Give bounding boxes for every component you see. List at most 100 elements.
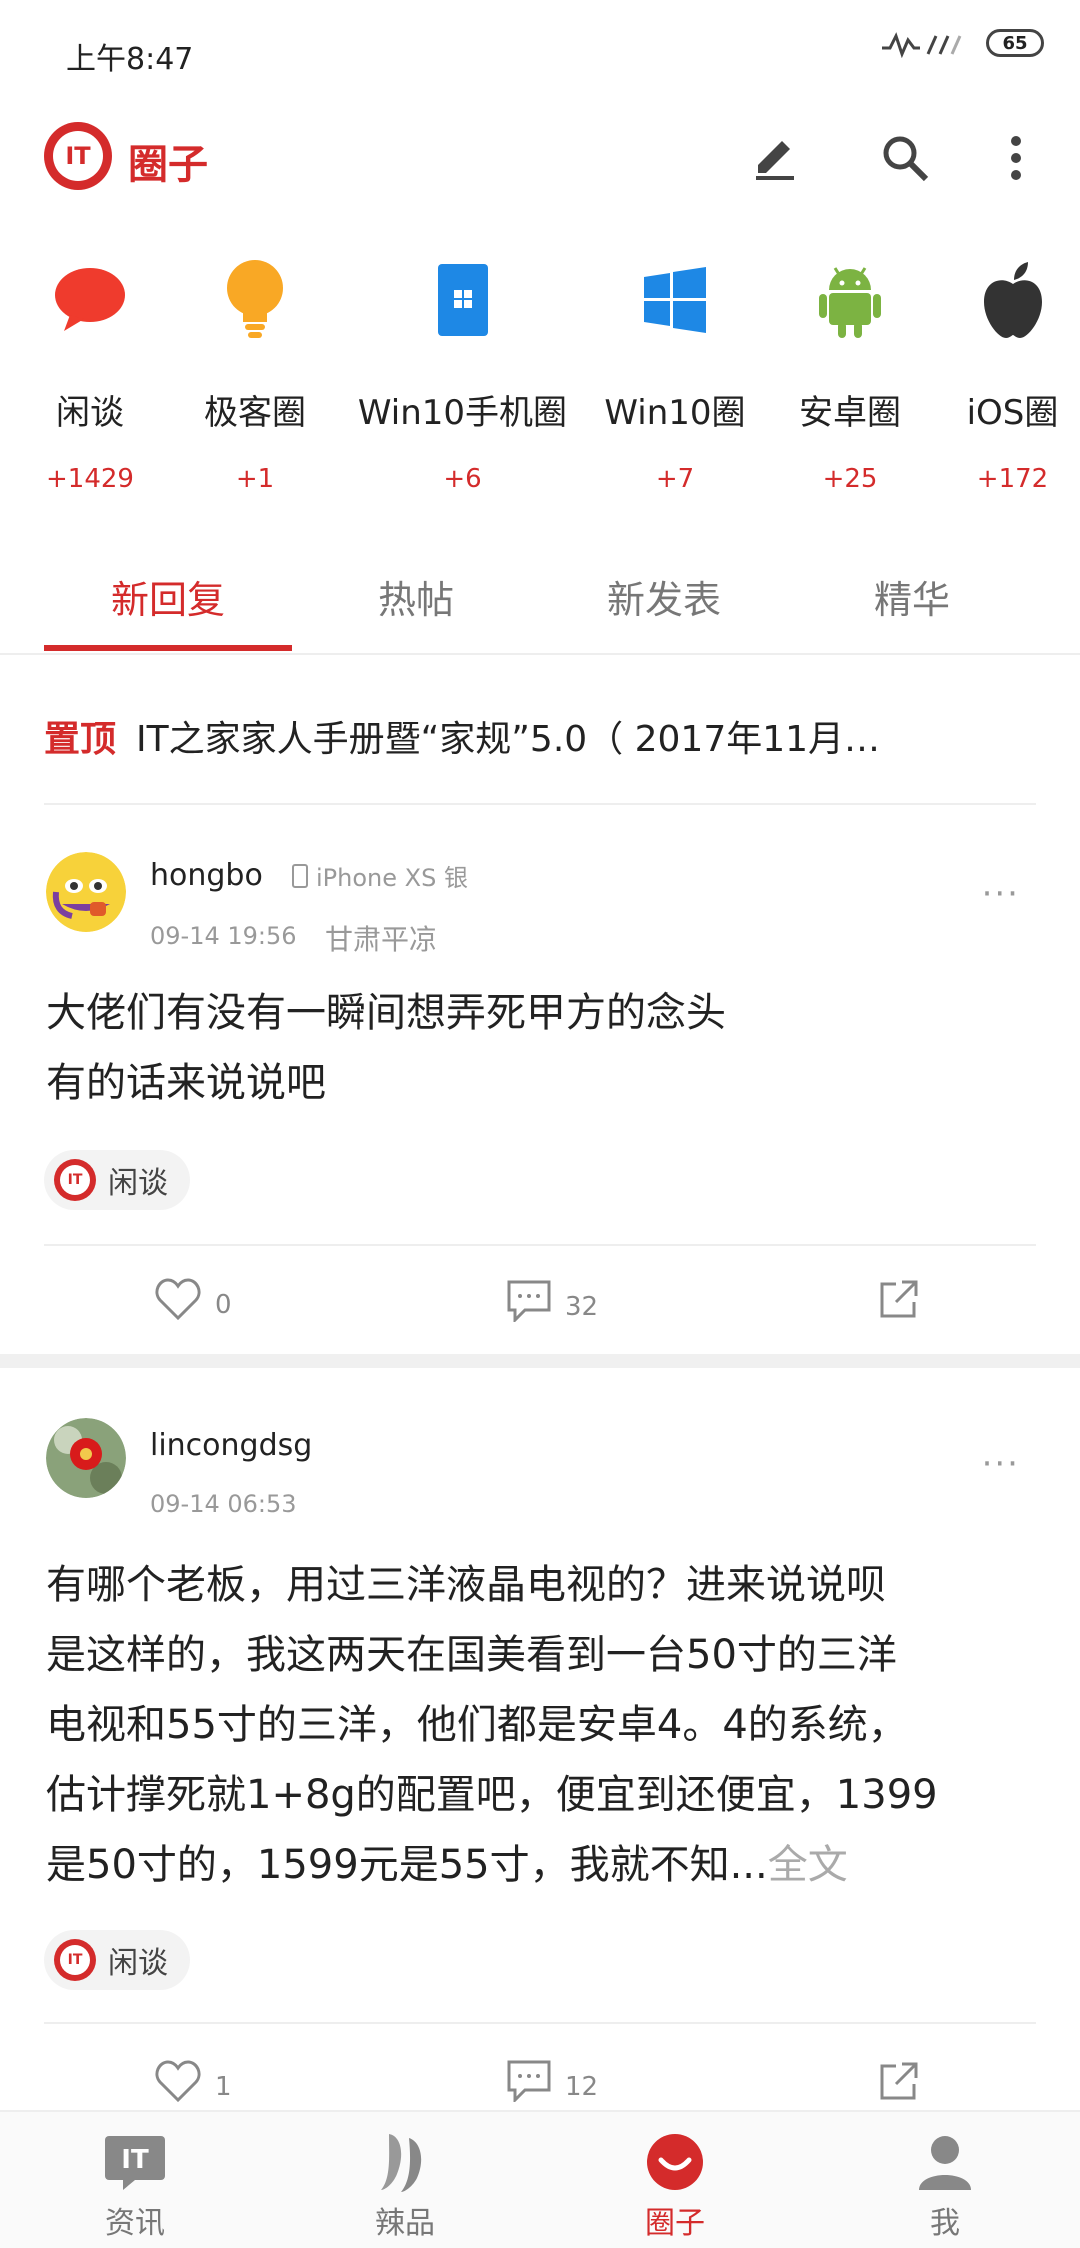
tab-featured[interactable]: 精华 (788, 569, 1036, 624)
post-body-line: 电视和55寸的三洋，他们都是安卓4。4的系统， (46, 1702, 908, 1748)
tab-hot-posts[interactable]: 热帖 (292, 569, 540, 624)
post-body-line: 有的话来说说吧 (46, 1060, 326, 1106)
feed-tabs: 新回复 热帖 新发表 精华 (0, 545, 1080, 655)
post-location: 甘肃平凉 (325, 923, 438, 956)
comment-icon (507, 1280, 551, 1322)
windows-phone-icon (418, 255, 508, 345)
person-icon (913, 2130, 977, 2194)
status-bar: 上午8:47 65 (0, 0, 1080, 90)
svg-text:IT: IT (121, 2145, 149, 2175)
post-body[interactable]: 大佬们有没有一瞬间想弄死甲方的念头 有的话来说说吧 (46, 978, 1026, 1118)
circle-smile-icon (643, 2130, 707, 2194)
post-tag-label: 闲谈 (108, 1166, 168, 1201)
avatar[interactable] (46, 852, 126, 932)
ithome-logo-icon: IT (54, 1159, 96, 1201)
post-body[interactable]: 有哪个老板，用过三洋液晶电视的？进来说说呗 是这样的，我这两天在国美看到一台50… (46, 1550, 1026, 1900)
circle-name: 安卓圈 (799, 393, 901, 433)
post-separator (0, 1354, 1080, 1368)
heart-icon (155, 2060, 201, 2102)
circle-item-chat[interactable]: 闲谈 +1429 (20, 255, 160, 494)
post-body-line: 有哪个老板，用过三洋液晶电视的？进来说说呗 (46, 1562, 886, 1608)
post-time: 09-14 06:53 (150, 1490, 297, 1518)
comment-button[interactable]: 32 (507, 1280, 598, 1322)
post-username[interactable]: hongbo (150, 858, 263, 893)
more-vert-icon[interactable] (986, 128, 1046, 188)
edit-icon[interactable] (745, 128, 805, 188)
read-more-link[interactable]: 全文 (768, 1842, 848, 1888)
status-icons: 65 (880, 28, 1044, 58)
android-icon (805, 255, 895, 345)
circle-item-geek[interactable]: 极客圈 +1 (185, 255, 325, 494)
windows-logo-icon (630, 255, 720, 345)
search-icon[interactable] (875, 128, 935, 188)
lightbulb-icon (210, 255, 300, 345)
circle-item-android[interactable]: 安卓圈 +25 (780, 255, 920, 494)
post-body-line: 是50寸的，1599元是55寸，我就不知... (46, 1842, 768, 1888)
bottom-nav: IT 资讯 辣品 圈子 我 (0, 2110, 1080, 2248)
circle-count: +172 (976, 464, 1049, 494)
nav-item-news[interactable]: IT 资讯 (55, 2130, 215, 2242)
circle-item-win10-mobile[interactable]: Win10手机圈 +6 (355, 255, 570, 494)
avatar[interactable] (46, 1418, 126, 1498)
apple-icon (968, 255, 1058, 345)
ithome-logo-icon: IT (54, 1939, 96, 1981)
speech-bubble-icon (45, 255, 135, 345)
like-count: 0 (215, 1290, 232, 1320)
circle-count: +7 (655, 464, 695, 494)
divider (44, 1244, 1036, 1246)
like-button[interactable]: 0 (155, 1278, 232, 1320)
comment-button[interactable]: 12 (507, 2060, 598, 2102)
page-title: 圈子 (128, 142, 208, 188)
ithome-logo-icon: IT (44, 122, 112, 190)
circle-name: Win10手机圈 (357, 393, 568, 433)
pinned-post[interactable]: 置顶 IT之家家人手册暨“家规”5.0（ 2017年11月… (44, 710, 1036, 762)
post-username[interactable]: lincongdsg (150, 1428, 312, 1463)
post-body-line: 是这样的，我这两天在国美看到一台50寸的三洋 (46, 1632, 897, 1678)
post-tag-chip[interactable]: IT 闲谈 (44, 1930, 190, 1990)
tab-indicator (44, 645, 292, 651)
comment-count: 32 (565, 1292, 599, 1322)
circle-count: +1429 (46, 464, 134, 494)
tab-new-replies[interactable]: 新回复 (44, 569, 292, 624)
signal-icon (882, 32, 962, 58)
like-count: 1 (215, 2072, 232, 2102)
phone-icon (292, 863, 308, 888)
nav-label: 我 (930, 2206, 960, 2241)
heart-icon (155, 1278, 201, 1320)
divider (44, 2022, 1036, 2024)
circle-item-win10[interactable]: Win10圈 +7 (600, 255, 750, 494)
nav-item-me[interactable]: 我 (865, 2130, 1025, 2242)
post-tag-chip[interactable]: IT 闲谈 (44, 1150, 190, 1210)
like-button[interactable]: 1 (155, 2060, 232, 2102)
nav-item-circles[interactable]: 圈子 (595, 2130, 755, 2242)
circle-categories: 闲谈 +1429 极客圈 +1 Win10手机圈 +6 Win10圈 +7 安卓… (0, 255, 1080, 505)
post-device-label: iPhone XS 银 (316, 864, 468, 892)
post-body-line: 估计撑死就1+8g的配置吧，便宜到还便宜，1399 (46, 1772, 938, 1818)
circle-count: +1 (235, 464, 275, 494)
news-icon: IT (103, 2130, 167, 2194)
share-button[interactable] (878, 2060, 920, 2102)
post-more-button[interactable]: ··· (982, 1444, 1020, 1484)
app-bar: IT 圈子 (0, 110, 1080, 210)
post-time: 09-14 19:56 (150, 922, 297, 950)
nav-item-deals[interactable]: 辣品 (325, 2130, 485, 2242)
post-device: iPhone XS 银 (292, 858, 468, 893)
chili-pepper-icon (373, 2130, 437, 2194)
share-button[interactable] (878, 1278, 920, 1320)
comment-count: 12 (565, 2072, 599, 2102)
circle-count: +6 (443, 464, 482, 494)
post-more-button[interactable]: ··· (982, 874, 1020, 914)
circle-count: +25 (822, 464, 878, 494)
circle-item-ios[interactable]: iOS圈 +172 (945, 255, 1080, 494)
circle-name: iOS圈 (966, 393, 1059, 433)
nav-label: 圈子 (645, 2206, 705, 2241)
share-icon (880, 1280, 918, 1318)
comment-icon (507, 2060, 551, 2102)
post-body-line: 大佬们有没有一瞬间想弄死甲方的念头 (46, 990, 726, 1036)
divider (44, 803, 1036, 805)
circle-name: 极客圈 (204, 393, 306, 433)
circle-name: 闲谈 (56, 393, 124, 433)
post-tag-label: 闲谈 (108, 1946, 168, 1981)
circle-name: Win10圈 (604, 393, 746, 433)
tab-new-posts[interactable]: 新发表 (540, 569, 788, 624)
